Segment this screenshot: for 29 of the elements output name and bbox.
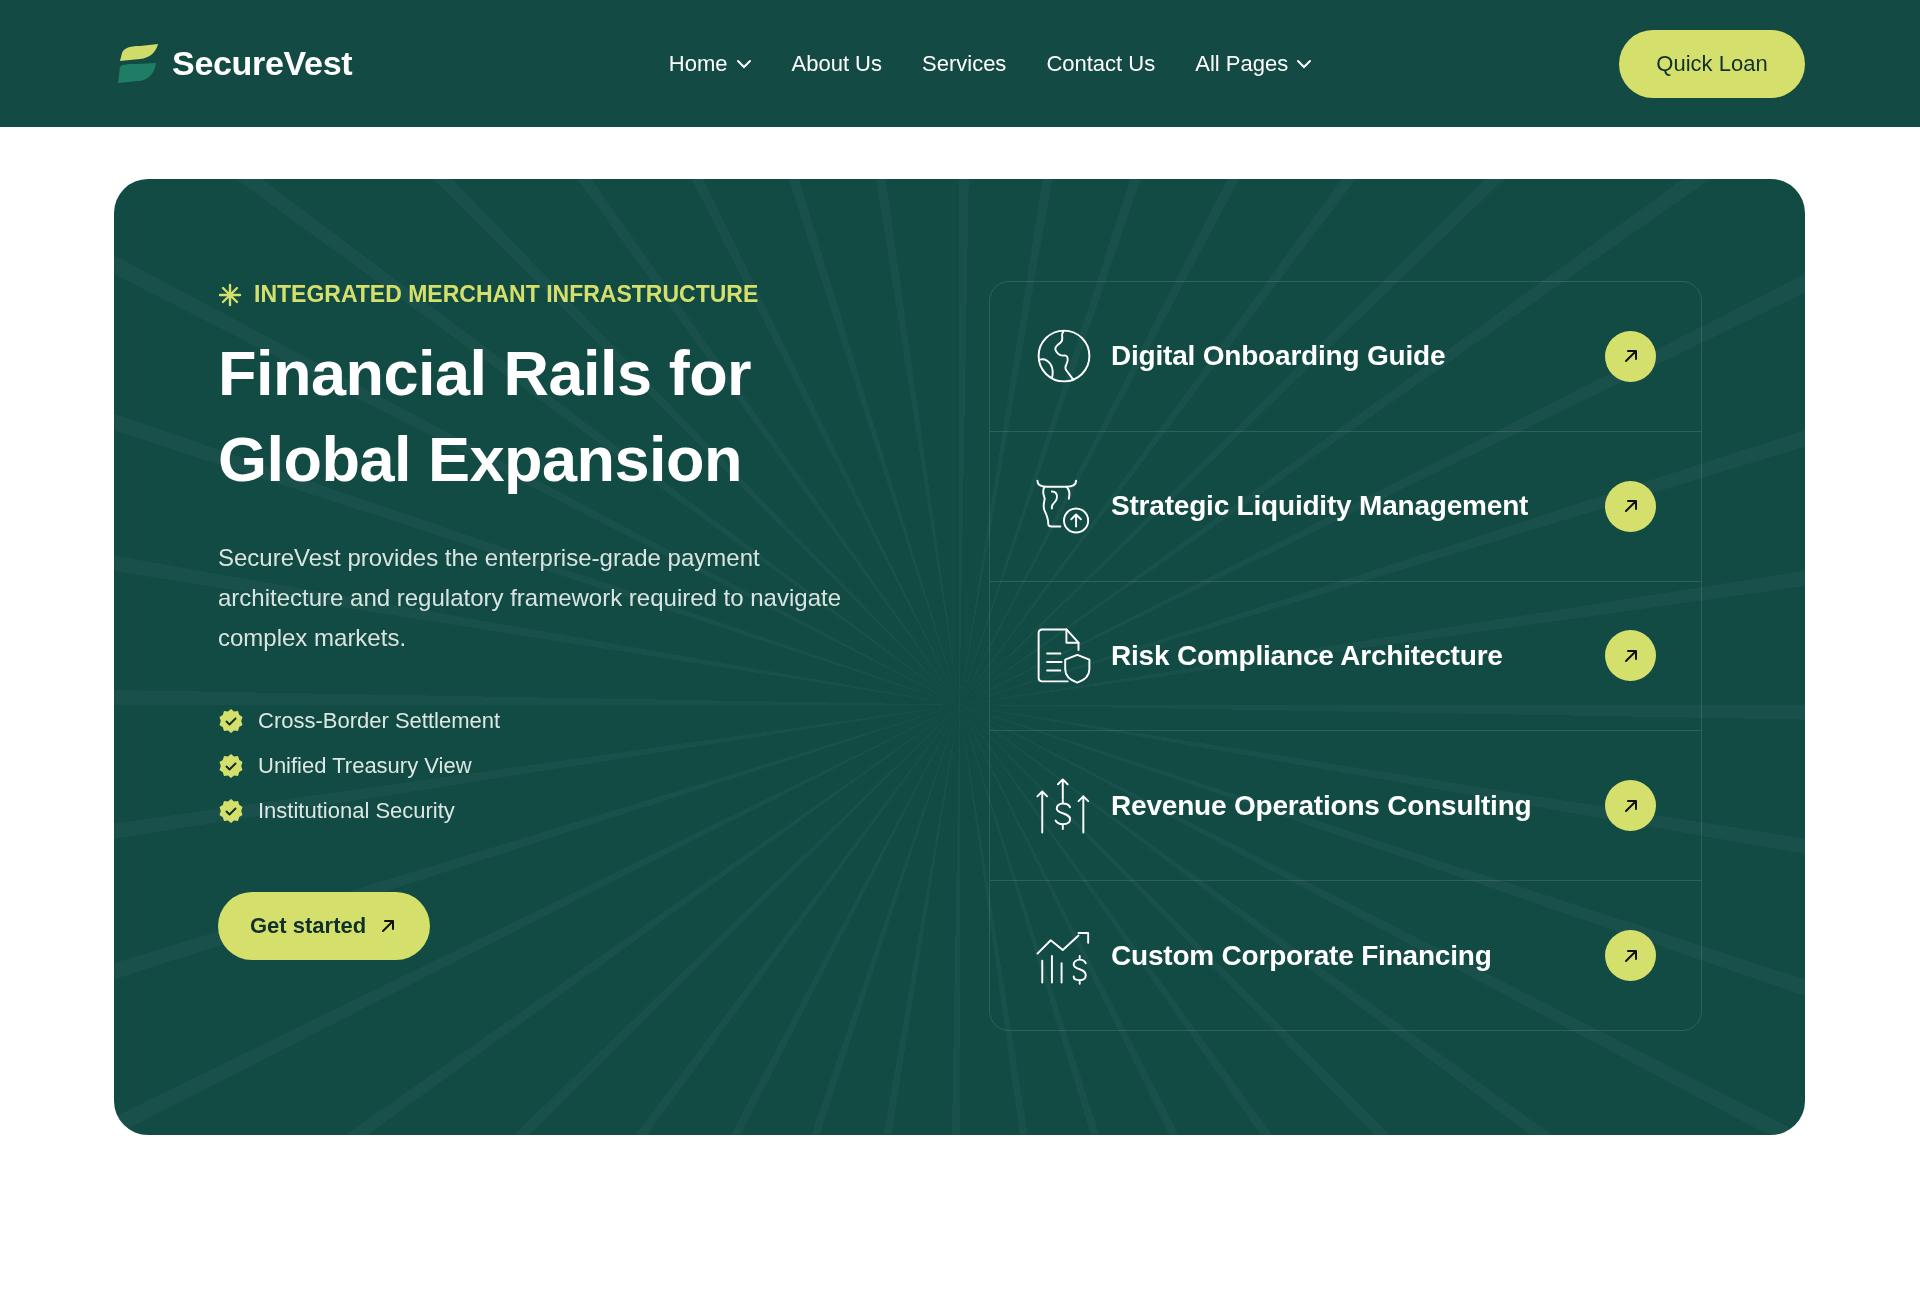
check-badge-icon: [218, 708, 244, 734]
service-title[interactable]: Risk Compliance Architecture: [1111, 640, 1587, 672]
service-title[interactable]: Custom Corporate Financing: [1111, 939, 1587, 972]
feature-item: Cross-Border Settlement: [258, 708, 501, 734]
open-service-button[interactable]: [1605, 480, 1656, 532]
feature-item: Unified Treasury View: [258, 753, 472, 779]
service-title[interactable]: Digital Onboarding Guide: [1111, 340, 1587, 373]
nav-link[interactable]: About Us: [791, 50, 882, 77]
document-shield-icon: [1035, 627, 1093, 685]
open-service-button[interactable]: [1605, 930, 1656, 982]
asterisk-icon: [218, 282, 242, 307]
hero-heading: Financial Rails for Global Expansion: [218, 337, 753, 496]
service-title[interactable]: Revenue Operations Consulting: [1111, 789, 1587, 822]
nav-link[interactable]: All Pages: [1195, 50, 1313, 77]
hero-description: SecureVest provides the enterprise-grade payment architecture and regulatory framework required to navigate complex markets.: [218, 543, 842, 653]
get-started-button[interactable]: Get started: [218, 892, 431, 960]
nav-link[interactable]: Home: [668, 50, 752, 77]
eyebrow-label: INTEGRATED MERCHANT INFRASTRUCTURE: [254, 281, 759, 308]
check-badge-icon: [218, 753, 244, 779]
service-title[interactable]: Strategic Liquidity Management: [1111, 490, 1587, 523]
brand-name[interactable]: SecureVest: [172, 44, 353, 83]
nav-link[interactable]: Services: [922, 50, 1007, 77]
feature-item: Institutional Security: [258, 798, 455, 824]
quick-loan-button[interactable]: Quick Loan: [1619, 29, 1805, 98]
nav-link[interactable]: Contact Us: [1046, 50, 1156, 77]
open-service-button[interactable]: [1605, 630, 1656, 682]
open-service-button[interactable]: [1605, 330, 1656, 382]
open-service-button[interactable]: [1605, 780, 1656, 832]
check-badge-icon: [218, 798, 244, 824]
